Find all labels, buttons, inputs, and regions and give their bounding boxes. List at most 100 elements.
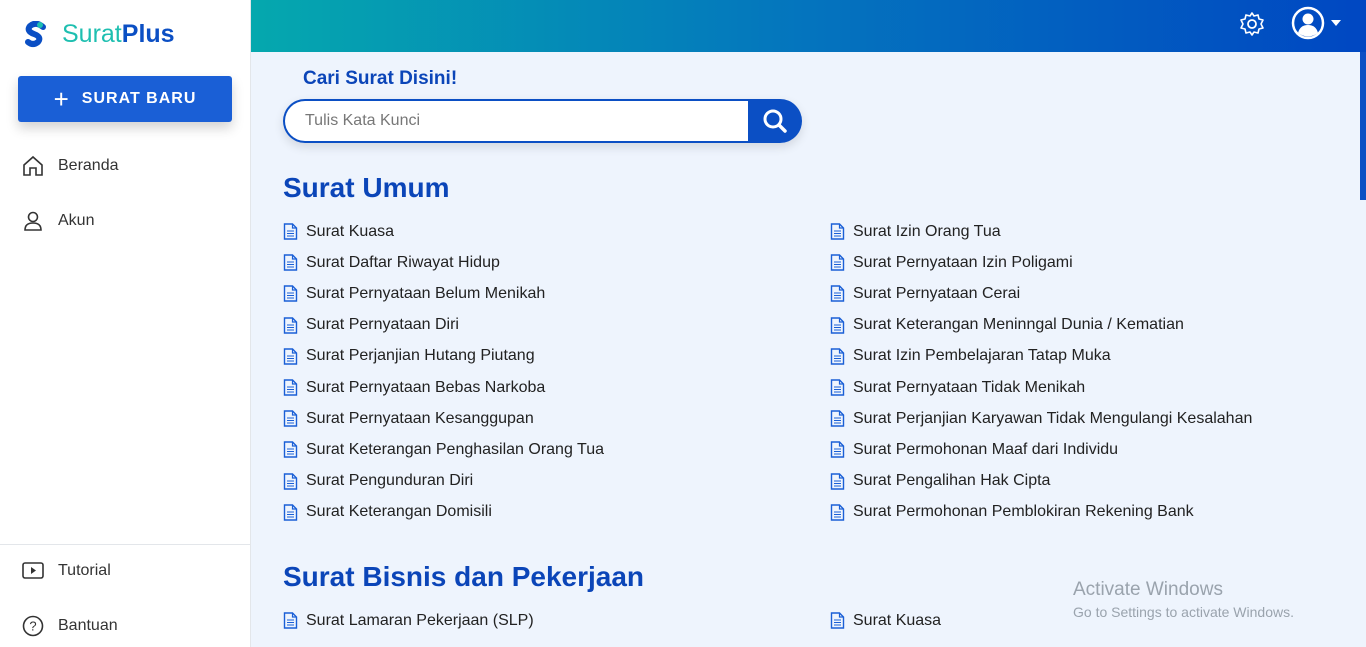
letter-link[interactable]: Surat Permohonan Pemblokiran Rekening Ba… bbox=[830, 497, 1252, 528]
letter-link[interactable]: Surat Keterangan Meninngal Dunia / Kemat… bbox=[830, 310, 1252, 341]
watermark-subtitle: Go to Settings to activate Windows. bbox=[1073, 604, 1294, 620]
letter-link-label: Surat Perjanjian Karyawan Tidak Mengulan… bbox=[853, 409, 1253, 427]
brand-logo[interactable]: SuratPlus bbox=[24, 20, 175, 49]
activation-watermark: Activate Windows Go to Settings to activ… bbox=[1073, 579, 1294, 620]
letter-link-label: Surat Keterangan Meninngal Dunia / Kemat… bbox=[853, 316, 1184, 334]
new-letter-label: SURAT BARU bbox=[81, 90, 197, 107]
letter-link-label: Surat Permohonan Maaf dari Individu bbox=[853, 440, 1119, 458]
sidebar-item-bantuan[interactable]: ? Bantuan bbox=[22, 615, 118, 637]
top-header bbox=[251, 0, 1366, 52]
user-icon bbox=[24, 211, 42, 231]
plus-icon: + bbox=[53, 84, 70, 114]
letter-link-label: Surat Pernyataan Bebas Narkoba bbox=[306, 378, 546, 396]
letter-link[interactable]: Surat Pernyataan Cerai bbox=[830, 278, 1252, 309]
play-icon bbox=[22, 562, 44, 579]
letter-link[interactable]: Surat Pengunduran Diri bbox=[283, 466, 604, 497]
section-title: Surat Bisnis dan Pekerjaan bbox=[283, 561, 645, 592]
main-content: Cari Surat Disini! Surat Umum Surat Kuas… bbox=[251, 52, 1360, 647]
letter-link-label: Surat Perjanjian Hutang Piutang bbox=[306, 347, 535, 365]
sidebar-item-label: Beranda bbox=[58, 157, 119, 174]
document-icon bbox=[283, 254, 298, 271]
account-menu[interactable] bbox=[1291, 6, 1341, 40]
letter-link[interactable]: Surat Permohonan Maaf dari Individu bbox=[830, 434, 1252, 465]
document-icon bbox=[283, 348, 298, 365]
caret-down-icon bbox=[1331, 20, 1341, 26]
search-input[interactable] bbox=[283, 99, 748, 143]
letter-link-label: Surat Pengunduran Diri bbox=[306, 472, 474, 490]
letter-list-right: Surat Kuasa bbox=[830, 605, 941, 636]
svg-text:?: ? bbox=[29, 619, 36, 634]
sidebar-item-beranda[interactable]: Beranda bbox=[22, 155, 119, 177]
sidebar-item-akun[interactable]: Akun bbox=[22, 210, 94, 232]
letter-link-label: Surat Lamaran Pekerjaan (SLP) bbox=[306, 611, 534, 629]
sidebar-item-tutorial[interactable]: Tutorial bbox=[22, 560, 111, 582]
letter-link-label: Surat Permohonan Pemblokiran Rekening Ba… bbox=[853, 503, 1194, 521]
letter-link-label: Surat Kuasa bbox=[306, 222, 395, 240]
brand-name-part: Surat bbox=[62, 20, 122, 48]
letter-link[interactable]: Surat Keterangan Penghasilan Orang Tua bbox=[283, 434, 604, 465]
sidebar-item-label: Bantuan bbox=[58, 617, 118, 634]
help-icon: ? bbox=[22, 615, 44, 637]
letter-link[interactable]: Surat Kuasa bbox=[283, 216, 604, 247]
document-icon bbox=[830, 410, 845, 427]
document-icon bbox=[283, 441, 298, 459]
letter-list-left: Surat Kuasa Surat Daftar Riwayat Hidup Sur… bbox=[283, 216, 604, 528]
letter-link[interactable]: Surat Perjanjian Karyawan Tidak Mengulan… bbox=[830, 403, 1252, 434]
divider bbox=[0, 544, 250, 545]
search-icon bbox=[763, 109, 787, 133]
letter-link[interactable]: Surat Kuasa bbox=[830, 605, 941, 636]
letter-link[interactable]: Surat Pengalihan Hak Cipta bbox=[830, 466, 1252, 497]
document-icon bbox=[830, 348, 845, 365]
letter-link[interactable]: Surat Pernyataan Belum Menikah bbox=[283, 278, 604, 309]
letter-link[interactable]: Surat Pernyataan Bebas Narkoba bbox=[283, 372, 604, 403]
section-title: Surat Umum bbox=[283, 172, 450, 203]
letter-list-left: Surat Lamaran Pekerjaan (SLP) bbox=[283, 605, 534, 636]
document-icon bbox=[283, 472, 298, 490]
home-icon bbox=[23, 155, 43, 176]
letter-link-label: Surat Pengalihan Hak Cipta bbox=[853, 472, 1051, 490]
document-icon bbox=[830, 316, 845, 334]
letter-link[interactable]: Surat Pernyataan Izin Poligami bbox=[830, 247, 1252, 278]
document-icon bbox=[830, 379, 845, 396]
document-icon bbox=[283, 504, 298, 521]
document-icon bbox=[830, 254, 845, 271]
letter-link-label: Surat Keterangan Penghasilan Orang Tua bbox=[306, 440, 604, 458]
document-icon bbox=[283, 316, 298, 334]
letter-list-right: Surat Izin Orang Tua Surat Pernyataan Izi… bbox=[830, 216, 1252, 528]
gear-icon[interactable] bbox=[1239, 11, 1265, 37]
letter-link-label: Surat Pernyataan Belum Menikah bbox=[306, 284, 546, 302]
search-button[interactable] bbox=[748, 99, 802, 143]
logo-icon bbox=[25, 20, 46, 47]
sidebar: SuratPlus + SURAT BARU Beranda Akun Tutor… bbox=[0, 0, 251, 647]
letter-link-label: Surat Keterangan Domisili bbox=[306, 503, 492, 521]
letter-link-label: Surat Pernyataan Cerai bbox=[853, 284, 1021, 302]
new-letter-button[interactable]: + SURAT BARU bbox=[18, 76, 232, 122]
search-title: Cari Surat Disini! bbox=[303, 68, 458, 89]
document-icon bbox=[830, 285, 845, 303]
letter-link[interactable]: Surat Izin Orang Tua bbox=[830, 216, 1252, 247]
letter-link[interactable]: Surat Pernyataan Kesanggupan bbox=[283, 403, 604, 434]
document-icon bbox=[830, 472, 845, 490]
document-icon bbox=[830, 223, 845, 240]
letter-link[interactable]: Surat Pernyataan Diri bbox=[283, 310, 604, 341]
letter-link-label: Surat Pernyataan Diri bbox=[306, 316, 459, 334]
letter-link[interactable]: Surat Perjanjian Hutang Piutang bbox=[283, 341, 604, 372]
letter-link[interactable]: Surat Lamaran Pekerjaan (SLP) bbox=[283, 605, 534, 636]
letter-link[interactable]: Surat Pernyataan Tidak Menikah bbox=[830, 372, 1252, 403]
search-bar bbox=[283, 99, 802, 143]
document-icon bbox=[283, 612, 298, 629]
sidebar-item-label: Tutorial bbox=[58, 562, 111, 579]
document-icon bbox=[830, 504, 845, 521]
letter-link-label: Surat Pernyataan Izin Poligami bbox=[853, 253, 1073, 271]
letter-link[interactable]: Surat Izin Pembelajaran Tatap Muka bbox=[830, 341, 1252, 372]
letter-link-label: Surat Izin Pembelajaran Tatap Muka bbox=[853, 347, 1111, 365]
brand-name-part: Plus bbox=[121, 20, 175, 48]
letter-link[interactable]: Surat Daftar Riwayat Hidup bbox=[283, 247, 604, 278]
letter-link-label: Surat Izin Orang Tua bbox=[853, 222, 1001, 240]
letter-link[interactable]: Surat Keterangan Domisili bbox=[283, 497, 604, 528]
watermark-title: Activate Windows bbox=[1073, 579, 1223, 600]
scrollbar-thumb[interactable] bbox=[1360, 52, 1366, 200]
letter-link-label: Surat Pernyataan Kesanggupan bbox=[306, 409, 534, 427]
letter-link-label: Surat Kuasa bbox=[853, 611, 942, 629]
avatar-icon bbox=[1291, 6, 1325, 40]
